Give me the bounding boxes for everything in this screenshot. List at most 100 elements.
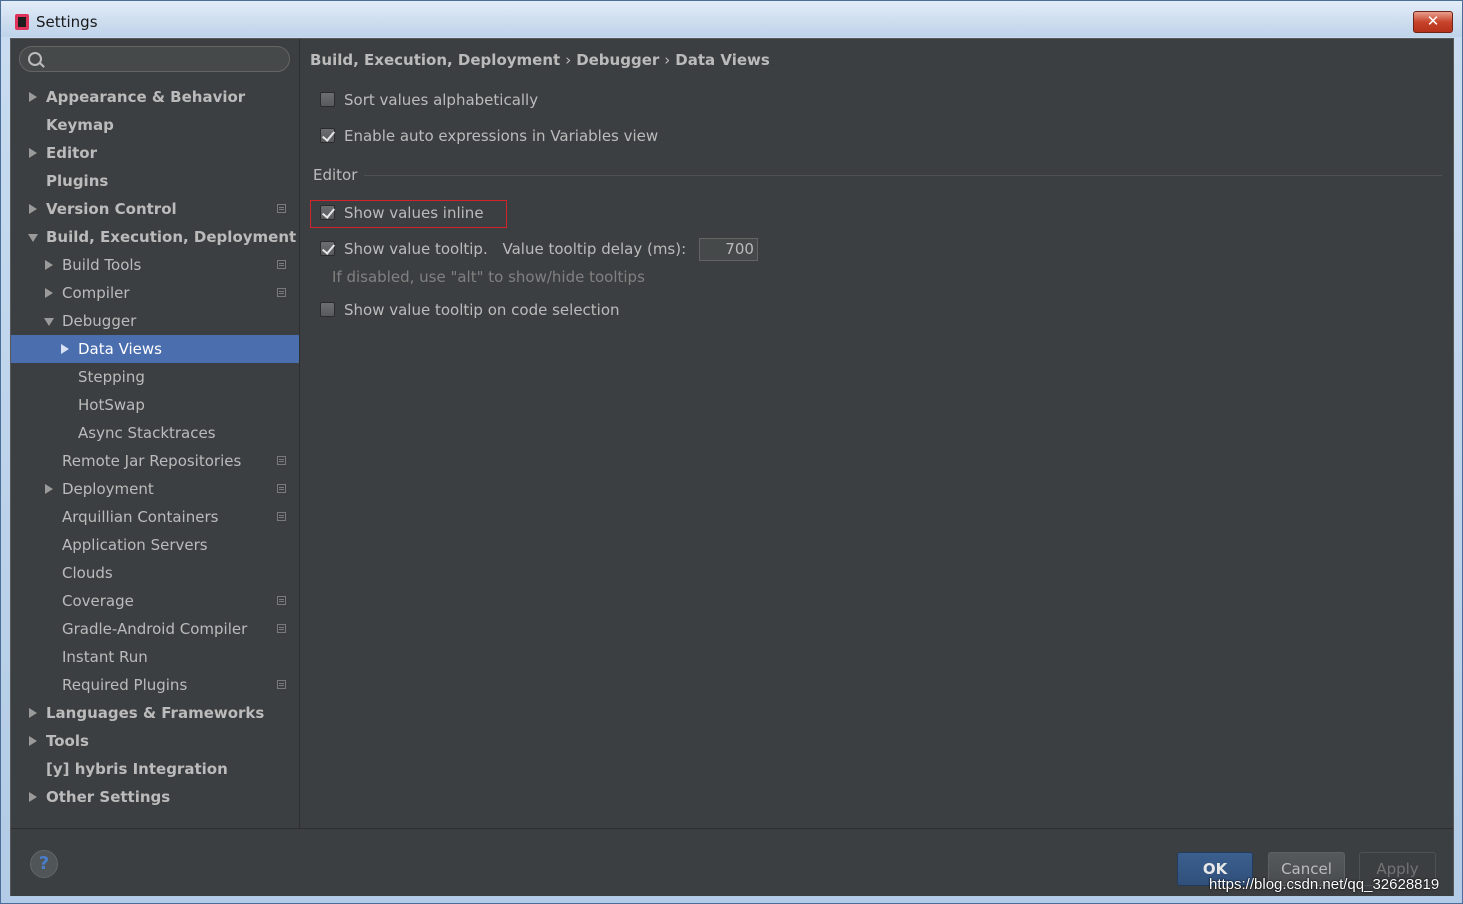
sort-values-option[interactable]: Sort values alphabetically <box>320 88 538 112</box>
sidebar-item-label: Build, Execution, Deployment <box>46 228 297 246</box>
sidebar-item[interactable]: Clouds <box>11 559 299 587</box>
sidebar-item[interactable]: Stepping <box>11 363 299 391</box>
sidebar-item[interactable]: Build Tools <box>11 251 299 279</box>
sidebar-item[interactable]: Coverage <box>11 587 299 615</box>
expand-arrow-icon[interactable] <box>61 344 69 354</box>
sidebar-item-label: Stepping <box>78 368 145 386</box>
sidebar-item[interactable]: Plugins <box>11 167 299 195</box>
sidebar-item[interactable]: Version Control <box>11 195 299 223</box>
sidebar-item[interactable]: Deployment <box>11 475 299 503</box>
sidebar-item[interactable]: Remote Jar Repositories <box>11 447 299 475</box>
sidebar-item-label: Remote Jar Repositories <box>62 452 242 470</box>
sidebar-item[interactable]: Data Views <box>11 335 299 363</box>
auto-expressions-option[interactable]: Enable auto expressions in Variables vie… <box>320 124 658 148</box>
sidebar-item[interactable]: Appearance & Behavior <box>11 83 299 111</box>
sidebar-item[interactable]: Build, Execution, Deployment <box>11 223 299 251</box>
expand-arrow-icon[interactable] <box>29 204 37 214</box>
project-level-icon <box>277 512 286 521</box>
help-icon[interactable]: ? <box>30 850 58 878</box>
expand-arrow-icon[interactable] <box>29 148 37 158</box>
expand-arrow-icon[interactable] <box>29 792 37 802</box>
collapse-arrow-icon[interactable] <box>44 318 54 326</box>
title-bar[interactable]: Settings ✕ <box>1 1 1462 37</box>
collapse-arrow-icon[interactable] <box>28 234 38 242</box>
sidebar-item-label: Other Settings <box>46 788 171 806</box>
expand-arrow-icon[interactable] <box>29 736 37 746</box>
sidebar-item[interactable]: Tools <box>11 727 299 755</box>
tooltip-on-selection-checkbox[interactable] <box>320 302 335 317</box>
sidebar-item-label: Async Stacktraces <box>78 424 216 442</box>
watermark-text: https://blog.csdn.net/qq_32628819 <box>1209 876 1440 893</box>
project-level-icon <box>277 484 286 493</box>
sidebar-item[interactable]: Languages & Frameworks <box>11 699 299 727</box>
search-icon <box>28 52 42 66</box>
show-tooltip-label: Show value tooltip. <box>344 240 488 258</box>
sidebar-item[interactable]: Arquillian Containers <box>11 503 299 531</box>
sidebar-item[interactable]: Gradle-Android Compiler <box>11 615 299 643</box>
sidebar-item[interactable]: Keymap <box>11 111 299 139</box>
search-input[interactable] <box>19 46 290 72</box>
editor-section-title: Editor <box>313 166 358 184</box>
project-level-icon <box>277 596 286 605</box>
sidebar-item[interactable]: HotSwap <box>11 391 299 419</box>
show-inline-checkbox[interactable] <box>320 205 335 220</box>
sidebar-item-label: Tools <box>46 732 89 750</box>
sidebar-item-label: Clouds <box>62 564 113 582</box>
tooltip-delay-input[interactable]: 700 <box>698 238 758 261</box>
settings-window: Settings ✕ Appearance & Behavior Keymap Ed… <box>0 0 1463 904</box>
sidebar-item-label: Arquillian Containers <box>62 508 219 526</box>
project-level-icon <box>277 260 286 269</box>
sidebar-item-label: Coverage <box>62 592 134 610</box>
sidebar-item[interactable]: Other Settings <box>11 783 299 811</box>
section-divider <box>364 175 1442 176</box>
show-tooltip-option[interactable]: Show value tooltip. Value tooltip delay … <box>320 237 758 261</box>
sidebar-item-label: Plugins <box>46 172 109 190</box>
sidebar-item-label: Gradle-Android Compiler <box>62 620 248 638</box>
breadcrumb-part-build: Build, Execution, Deployment <box>310 51 561 69</box>
sort-values-checkbox[interactable] <box>320 92 335 107</box>
sidebar-item[interactable]: Instant Run <box>11 643 299 671</box>
show-tooltip-checkbox[interactable] <box>320 241 335 256</box>
breadcrumb-separator: › <box>565 51 572 69</box>
sidebar-item-label: Editor <box>46 144 97 162</box>
show-inline-label: Show values inline <box>344 204 484 222</box>
sidebar-item-label: HotSwap <box>78 396 145 414</box>
project-level-icon <box>277 288 286 297</box>
tooltip-on-selection-label: Show value tooltip on code selection <box>344 301 620 319</box>
show-inline-option[interactable]: Show values inline <box>320 201 484 225</box>
sidebar-item[interactable]: Editor <box>11 139 299 167</box>
sidebar-item[interactable]: Compiler <box>11 279 299 307</box>
sidebar-item-label: Compiler <box>62 284 130 302</box>
sidebar-item[interactable]: Debugger <box>11 307 299 335</box>
window-title: Settings <box>36 13 98 31</box>
breadcrumb-separator: › <box>664 51 671 69</box>
tooltip-hint-text: If disabled, use "alt" to show/hide tool… <box>332 268 645 286</box>
breadcrumb-part-debugger: Debugger <box>576 51 660 69</box>
sidebar-item-label: Required Plugins <box>62 676 188 694</box>
sidebar-item-label: Debugger <box>62 312 137 330</box>
sidebar-item[interactable]: Required Plugins <box>11 671 299 699</box>
sidebar-item-label: Languages & Frameworks <box>46 704 265 722</box>
sidebar-item[interactable]: [y] hybris Integration <box>11 755 299 783</box>
close-button[interactable]: ✕ <box>1413 11 1453 33</box>
tooltip-on-selection-option[interactable]: Show value tooltip on code selection <box>320 298 620 322</box>
expand-arrow-icon[interactable] <box>29 708 37 718</box>
settings-tree: Appearance & Behavior Keymap Editor Plugins… <box>11 83 299 811</box>
expand-arrow-icon[interactable] <box>45 260 53 270</box>
expand-arrow-icon[interactable] <box>45 484 53 494</box>
dialog-body: Appearance & Behavior Keymap Editor Plugins… <box>10 38 1454 896</box>
auto-expressions-checkbox[interactable] <box>320 128 335 143</box>
sidebar-item-label: Version Control <box>46 200 177 218</box>
project-level-icon <box>277 680 286 689</box>
sidebar-item[interactable]: Application Servers <box>11 531 299 559</box>
expand-arrow-icon[interactable] <box>29 92 37 102</box>
expand-arrow-icon[interactable] <box>45 288 53 298</box>
sidebar-item-label: [y] hybris Integration <box>46 760 228 778</box>
settings-content: Build, Execution, Deployment › Debugger › Da… <box>300 39 1453 828</box>
sidebar-item-label: Instant Run <box>62 648 148 666</box>
sidebar-item[interactable]: Async Stacktraces <box>11 419 299 447</box>
intellij-app-icon <box>15 14 29 30</box>
sidebar-item-label: Deployment <box>62 480 154 498</box>
sort-values-label: Sort values alphabetically <box>344 91 539 109</box>
breadcrumb: Build, Execution, Deployment › Debugger › Da… <box>310 51 770 69</box>
